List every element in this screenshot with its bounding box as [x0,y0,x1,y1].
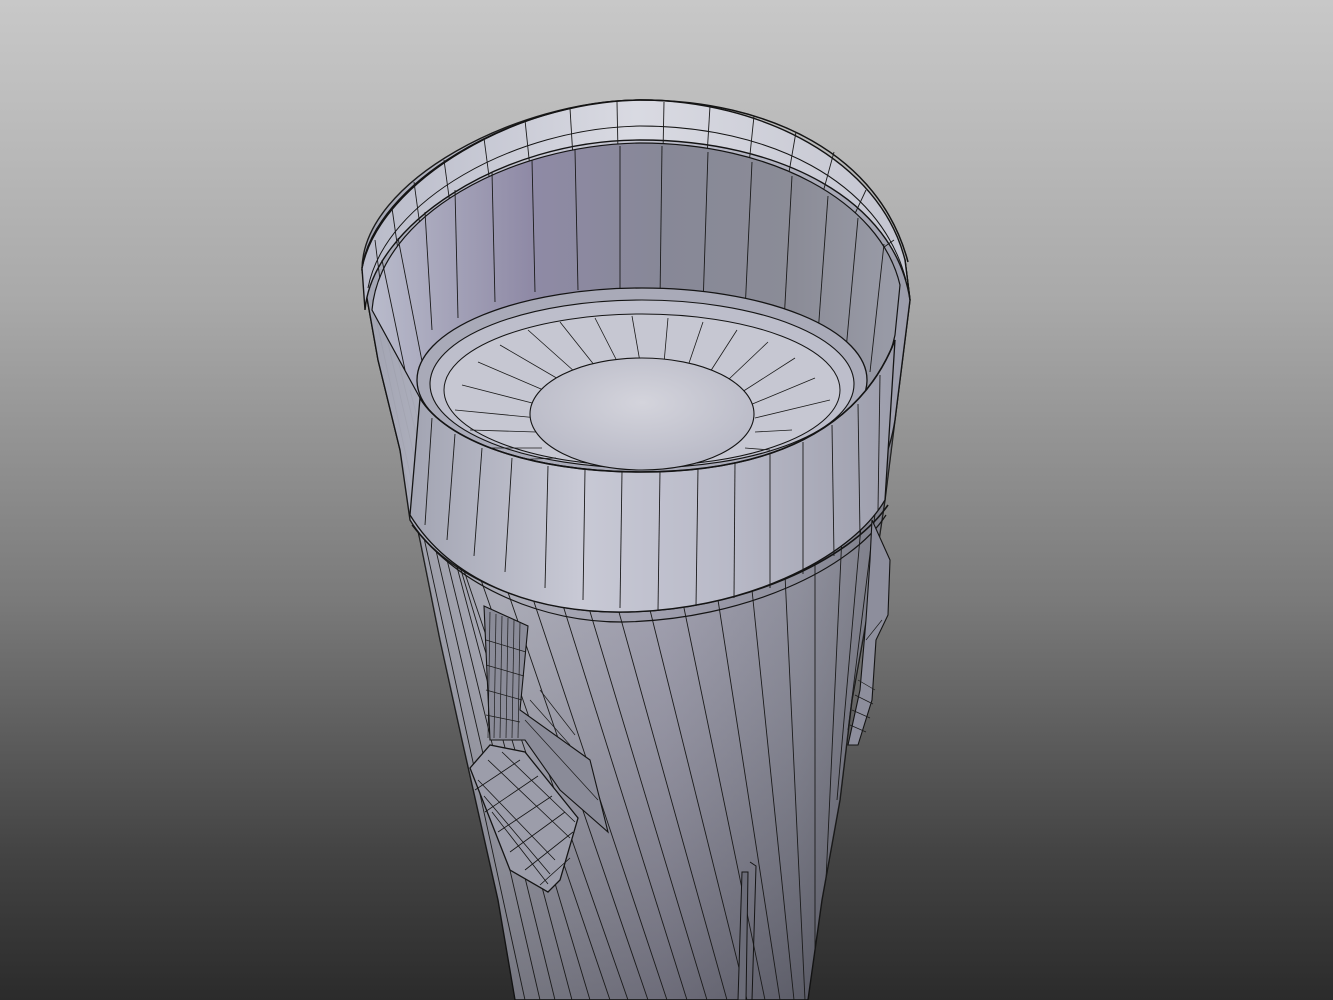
wireframe-model [361,99,911,1000]
3d-viewport[interactable] [0,0,1333,1000]
